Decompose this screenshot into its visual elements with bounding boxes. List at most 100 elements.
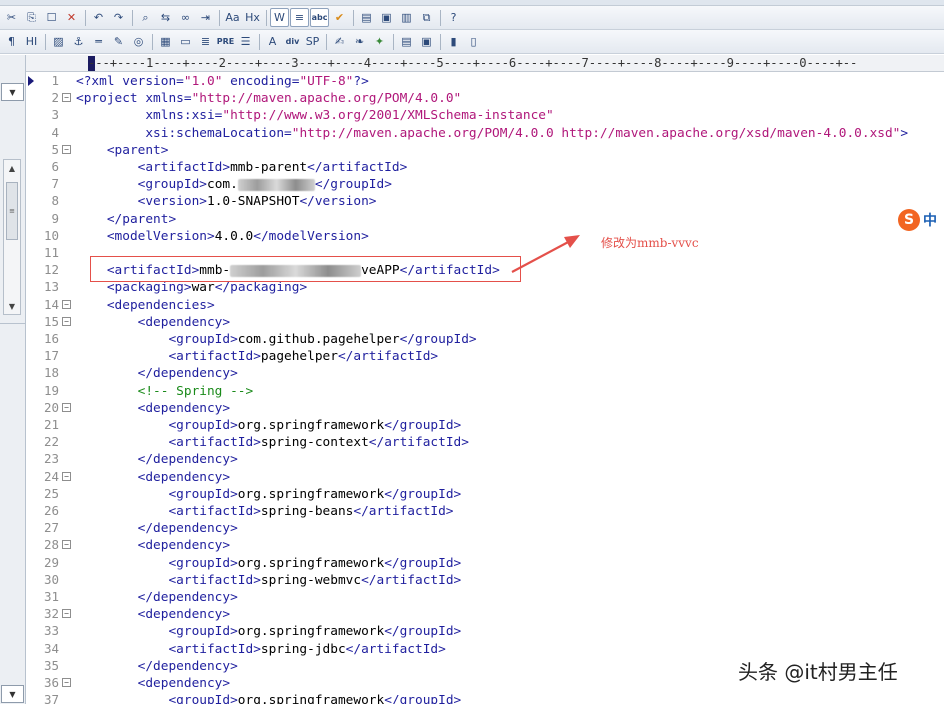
view1-button[interactable]: ▤: [357, 8, 376, 27]
fold-toggle-icon[interactable]: −: [62, 316, 71, 326]
gutter-row: 11: [26, 245, 74, 262]
code-line[interactable]: <groupId>org.springframework</groupId>: [76, 486, 461, 503]
paragraph-button[interactable]: ¶: [2, 32, 21, 51]
help-button[interactable]: ?: [444, 8, 463, 27]
table-button[interactable]: ▦: [156, 32, 175, 51]
scroll-thumb[interactable]: ≡: [6, 182, 18, 240]
indent-button[interactable]: ⇥: [196, 8, 215, 27]
form-button[interactable]: ▭: [176, 32, 195, 51]
fold-toggle-icon[interactable]: −: [62, 471, 71, 481]
panel-dropdown-top[interactable]: ▼: [1, 83, 24, 101]
script-button[interactable]: ✍: [330, 32, 349, 51]
code-line[interactable]: <groupId>com.github.pagehelper</groupId>: [76, 331, 476, 348]
color-button[interactable]: ◎: [129, 32, 148, 51]
view2-button[interactable]: ▣: [377, 8, 396, 27]
code-line[interactable]: </dependency>: [76, 658, 238, 675]
bookmark-button[interactable]: ▮: [444, 32, 463, 51]
code-line[interactable]: </dependency>: [76, 451, 238, 468]
code-line[interactable]: <dependencies>: [76, 297, 215, 314]
list-button[interactable]: ≡: [290, 8, 309, 27]
ime-badge[interactable]: S 中: [898, 208, 944, 232]
fold-toggle-icon[interactable]: −: [62, 609, 71, 619]
html-button[interactable]: Hx: [243, 8, 262, 27]
code-line[interactable]: <version>1.0-SNAPSHOT</version>: [76, 193, 377, 210]
fold-toggle-icon[interactable]: −: [62, 144, 71, 154]
code-line[interactable]: <modelVersion>4.0.0</modelVersion>: [76, 228, 369, 245]
replace-button[interactable]: ⇆: [156, 8, 175, 27]
code-line[interactable]: <?xml version="1.0" encoding="UTF-8"?>: [76, 73, 369, 90]
code-line[interactable]: <groupId>org.springframework</groupId>: [76, 555, 461, 572]
panel-button[interactable]: ▤: [397, 32, 416, 51]
code-line[interactable]: <artifactId>spring-beans</artifactId>: [76, 503, 453, 520]
code-line[interactable]: <artifactId>mmb-parent</artifactId>: [76, 159, 408, 176]
code-line[interactable]: <parent>: [76, 142, 169, 159]
scroll-down-icon[interactable]: ▼: [4, 298, 20, 314]
format-button[interactable]: A: [263, 32, 282, 51]
paste-button[interactable]: ☐: [42, 8, 61, 27]
code-line[interactable]: <dependency>: [76, 606, 230, 623]
delete-button[interactable]: ✕: [62, 8, 81, 27]
code-line[interactable]: xmlns:xsi="http://www.w3.org/2001/XMLSch…: [76, 107, 553, 124]
view3-button[interactable]: ▥: [397, 8, 416, 27]
image-button[interactable]: ▨: [49, 32, 68, 51]
fold-toggle-icon[interactable]: −: [62, 299, 71, 309]
code-line[interactable]: </parent>: [76, 211, 176, 228]
frame-button[interactable]: ▯: [464, 32, 483, 51]
redo-button[interactable]: ↷: [109, 8, 128, 27]
code-line[interactable]: <artifactId>pagehelper</artifactId>: [76, 348, 438, 365]
rule-button[interactable]: ═: [89, 32, 108, 51]
span-button[interactable]: SP: [303, 32, 322, 51]
undo-button[interactable]: ↶: [89, 8, 108, 27]
fold-toggle-icon[interactable]: −: [62, 540, 71, 550]
code-line[interactable]: </dependency>: [76, 520, 238, 537]
code-line[interactable]: <dependency>: [76, 537, 230, 554]
code-line[interactable]: </dependency>: [76, 589, 238, 606]
scroll-up-icon[interactable]: ▲: [4, 160, 20, 176]
anchor-button[interactable]: ⚓: [69, 32, 88, 51]
spellcheck-button[interactable]: ✔: [330, 8, 349, 27]
code-line[interactable]: <groupId>org.springframework</groupId>: [76, 417, 461, 434]
code-line[interactable]: xsi:schemaLocation="http://maven.apache.…: [76, 125, 908, 142]
code-token: mmb-parent: [230, 160, 308, 175]
fold-toggle-icon[interactable]: −: [62, 678, 71, 687]
pre-button[interactable]: PRE: [216, 32, 235, 51]
edit-button[interactable]: ✎: [109, 32, 128, 51]
code-editor[interactable]: <?xml version="1.0" encoding="UTF-8"?> <p…: [76, 73, 944, 704]
line-number: 35: [43, 657, 59, 673]
code-line[interactable]: <dependency>: [76, 469, 230, 486]
window-button[interactable]: ⧉: [417, 8, 436, 27]
heading-button[interactable]: HI: [22, 32, 41, 51]
panel-scrollbar[interactable]: ▲ ≡ ▼: [3, 159, 21, 315]
code-line[interactable]: <groupId>org.springframework</groupId>: [76, 692, 461, 704]
cut-button[interactable]: ✂: [2, 8, 21, 27]
panel-dropdown-bottom[interactable]: ▼: [1, 685, 24, 703]
code-line[interactable]: <dependency>: [76, 400, 230, 417]
div-button[interactable]: div: [283, 32, 302, 51]
preview-button[interactable]: ▣: [417, 32, 436, 51]
align-button[interactable]: ≣: [196, 32, 215, 51]
code-line[interactable]: <dependency>: [76, 675, 230, 692]
abc-button[interactable]: abc: [310, 8, 329, 27]
code-line[interactable]: <groupId>com.rxxxxxxxxx</groupId>: [76, 176, 392, 193]
code-line[interactable]: <artifactId>spring-context</artifactId>: [76, 434, 469, 451]
gutter-row: 33: [26, 623, 74, 640]
code-line[interactable]: <dependency>: [76, 314, 230, 331]
code-line[interactable]: </dependency>: [76, 365, 238, 382]
ol-button[interactable]: ☰: [236, 32, 255, 51]
copy-button[interactable]: ⎘: [22, 8, 41, 27]
code-line[interactable]: <project xmlns="http://maven.apache.org/…: [76, 90, 461, 107]
tools-button[interactable]: ✦: [370, 32, 389, 51]
gutter-row: 7: [26, 176, 74, 193]
code-line[interactable]: <groupId>org.springframework</groupId>: [76, 623, 461, 640]
find-button[interactable]: ⌕: [136, 8, 155, 27]
code-line[interactable]: <artifactId>spring-webmvc</artifactId>: [76, 572, 461, 589]
code-line[interactable]: <artifactId>spring-jdbc</artifactId>: [76, 641, 445, 658]
code-line[interactable]: <!-- Spring -->: [76, 383, 254, 400]
wrap-button[interactable]: W: [270, 8, 289, 27]
fold-toggle-icon[interactable]: −: [62, 402, 71, 412]
link-button[interactable]: ∞: [176, 8, 195, 27]
style-button[interactable]: ❧: [350, 32, 369, 51]
fold-toggle-icon[interactable]: −: [62, 93, 71, 103]
font-button[interactable]: Aa: [223, 8, 242, 27]
